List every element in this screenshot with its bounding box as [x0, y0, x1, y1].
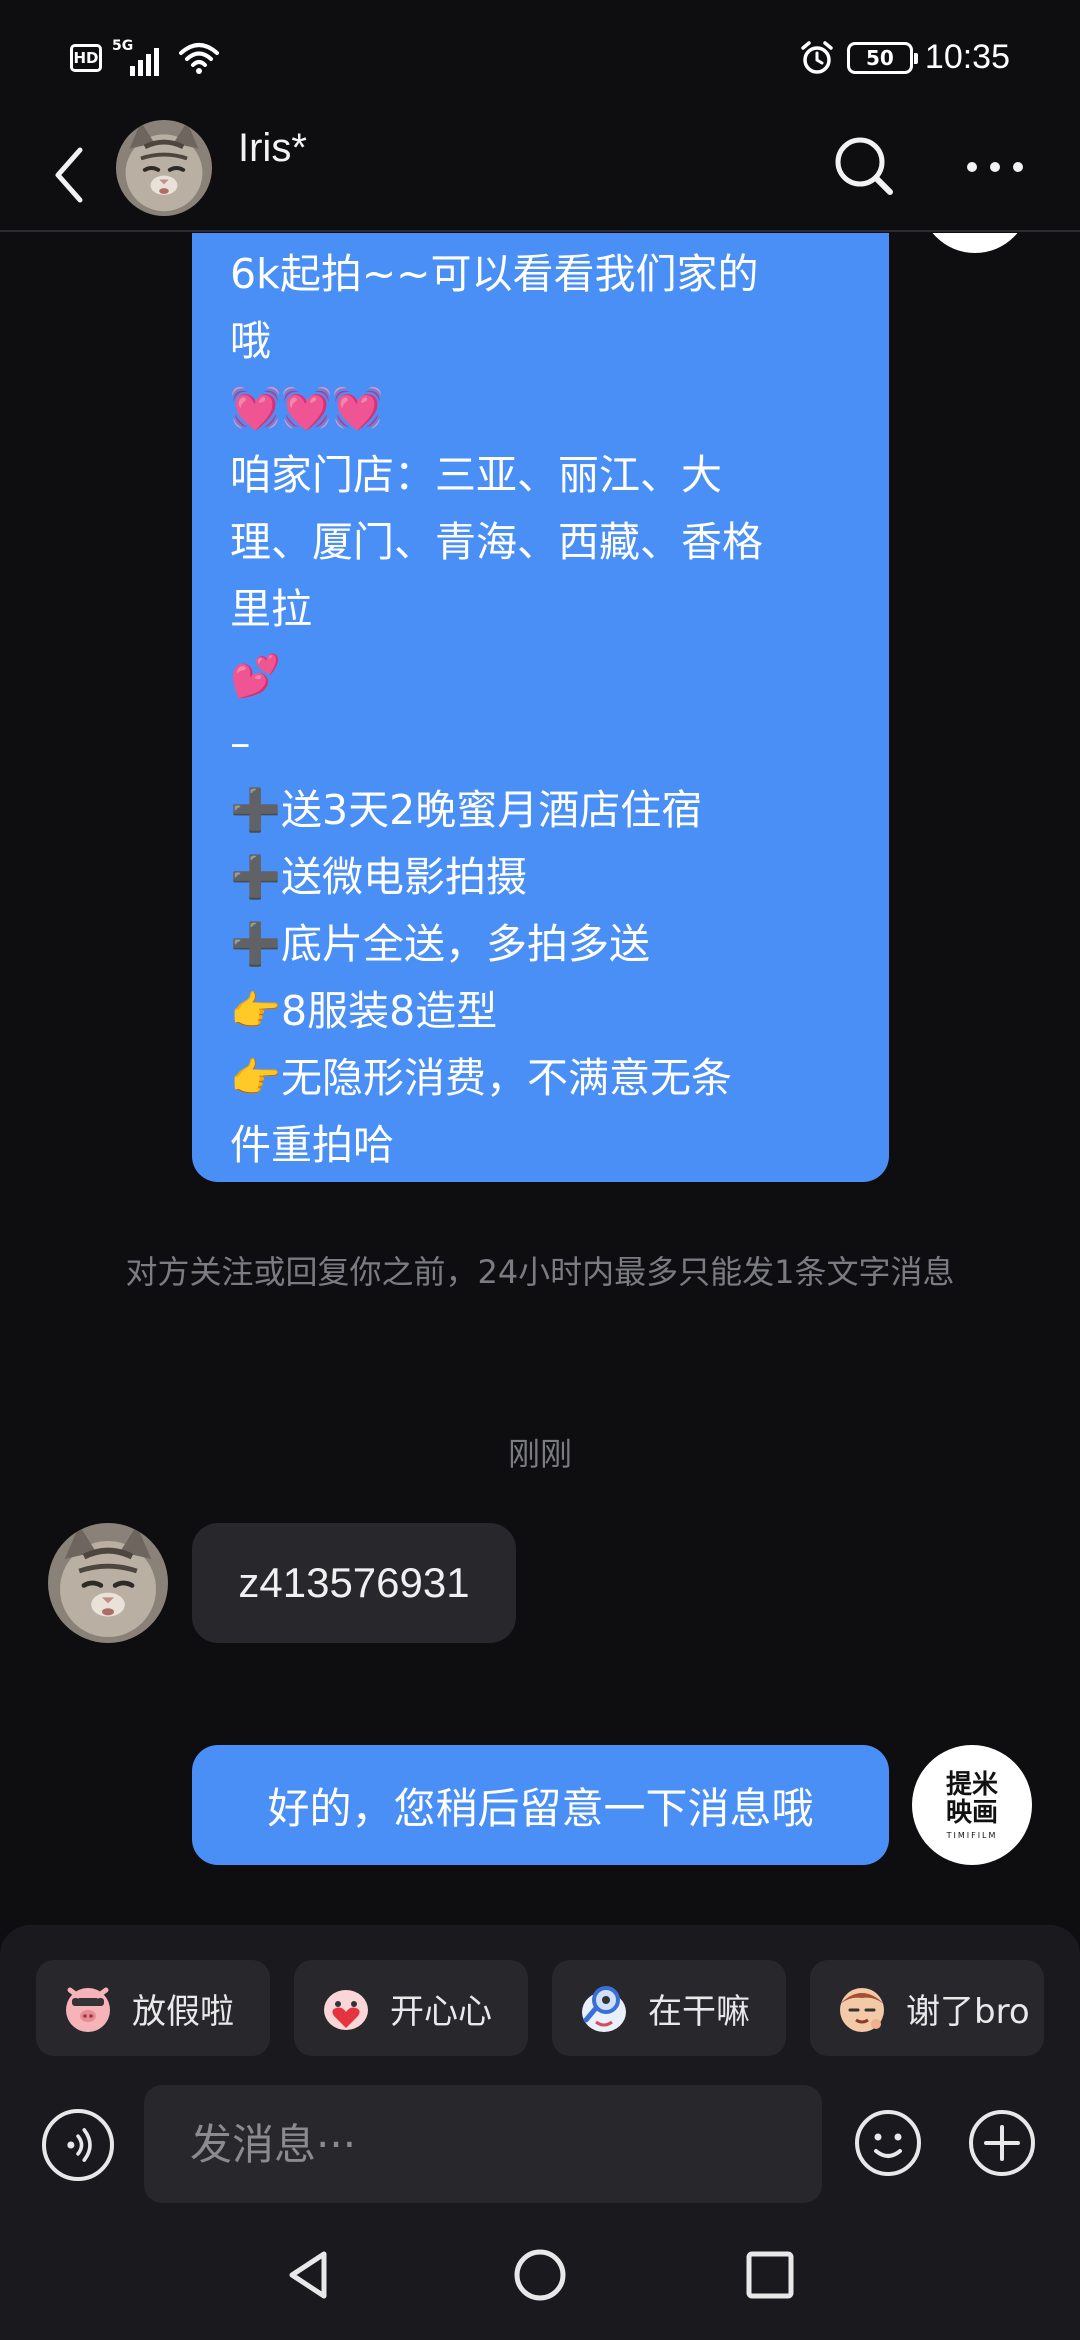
system-navigation-bar — [0, 2210, 1080, 2340]
nav-back-icon[interactable] — [274, 2240, 344, 2310]
quick-reply-label: 开心心 — [390, 1991, 492, 2032]
timestamp-label: 刚刚 — [507, 1435, 572, 1473]
message-input[interactable] — [144, 2085, 822, 2203]
status-right: 50 10:35 — [799, 38, 1010, 77]
cat-avatar-icon — [48, 1523, 168, 1643]
quick-reply-label: 谢了bro — [906, 1991, 1030, 2032]
chat-header: Iris* — [0, 120, 1080, 232]
contact-avatar[interactable] — [48, 1523, 168, 1643]
status-left: HD 5G — [70, 38, 220, 76]
alarm-clock-icon — [801, 40, 833, 74]
sent-message-bubble[interactable]: 6k起拍~~可以看看我们家的 哦 💓💓💓 咱家门店：三亚、丽江、大 理、厦门、青… — [192, 233, 889, 1182]
cellular-signal-icon: 5G — [112, 38, 168, 76]
more-icon[interactable] — [960, 142, 1030, 192]
quick-reply-label: 在干嘛 — [648, 1991, 750, 2032]
sender-avatar-partial[interactable] — [920, 233, 1030, 253]
voice-input-icon[interactable] — [42, 2109, 114, 2181]
plus-icon[interactable] — [966, 2107, 1038, 2179]
quick-reply-chip[interactable]: 在干嘛 — [552, 1960, 786, 2056]
hd-badge: HD — [70, 44, 102, 72]
quick-reply-label: 放假啦 — [132, 1991, 234, 2032]
wifi-icon — [179, 43, 219, 74]
input-row — [0, 2085, 1080, 2205]
pink-blob-heart-sticker-icon — [324, 1990, 368, 2030]
contact-name: Iris* — [238, 126, 307, 170]
nav-home-icon[interactable] — [505, 2240, 575, 2310]
pig-sticker-icon — [66, 1987, 110, 2032]
battery-indicator: 50 — [846, 41, 918, 74]
contact-avatar[interactable] — [116, 120, 212, 216]
search-icon[interactable] — [830, 132, 900, 202]
cool-face-sticker-icon — [840, 1988, 884, 2032]
messaging-limit-notice: 对方关注或回复你之前，24小时内最多只能发1条文字消息 — [125, 1253, 955, 1291]
nav-recents-icon[interactable] — [735, 2240, 805, 2310]
sent-message-bubble[interactable]: 好的，您稍后留意一下消息哦 — [192, 1745, 889, 1865]
emoji-icon[interactable] — [852, 2107, 924, 2179]
sender-avatar[interactable]: 提米 映画 TIMIFILM — [912, 1745, 1032, 1865]
logo-subtext: TIMIFILM — [946, 1830, 998, 1840]
received-message-bubble[interactable]: z413576931 — [192, 1523, 516, 1643]
logo-text: 提米 — [945, 1769, 998, 1800]
composer-panel: 放假啦 开心心 在干嘛 谢了bro 发消息··· — [0, 1925, 1080, 2340]
magnifier-sticker-icon — [582, 1986, 626, 2032]
quick-reply-chip[interactable]: 开心心 — [294, 1960, 528, 2056]
quick-reply-chip[interactable]: 谢了bro — [810, 1960, 1044, 2056]
logo-text: 映画 — [945, 1797, 998, 1828]
status-bar: HD 5G 50 10:35 — [0, 0, 1080, 120]
message-list[interactable]: 6k起拍~~可以看看我们家的 哦 💓💓💓 咱家门店：三亚、丽江、大 理、厦门、青… — [0, 233, 1080, 1923]
clock: 10:35 — [924, 38, 1010, 76]
quick-reply-chip[interactable]: 放假啦 — [36, 1960, 270, 2056]
cat-avatar-icon — [116, 120, 212, 216]
back-arrow-icon[interactable] — [46, 140, 96, 210]
quick-reply-list: 放假啦 开心心 在干嘛 谢了bro — [36, 1960, 1044, 2056]
